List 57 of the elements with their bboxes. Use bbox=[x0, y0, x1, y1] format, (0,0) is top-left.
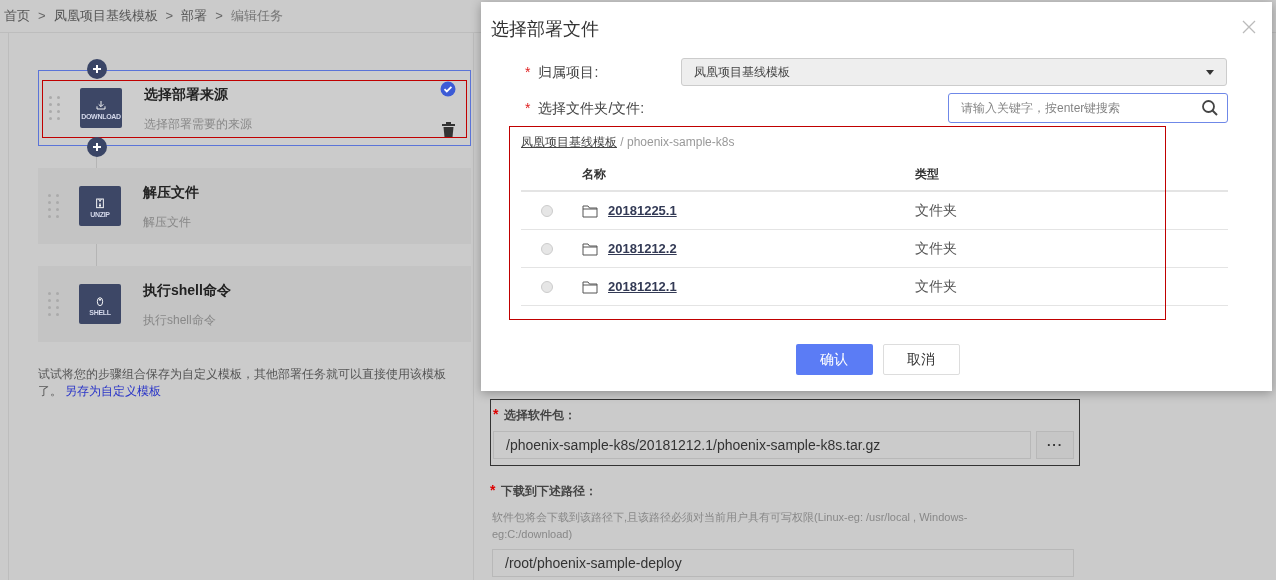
table-cell-text: 文件夹 bbox=[915, 239, 957, 258]
table-cell-text: 文件夹 bbox=[915, 277, 957, 296]
required-mark: * bbox=[525, 98, 531, 118]
field-label: 归属项目: bbox=[538, 62, 599, 82]
plus-icon bbox=[92, 64, 102, 74]
radio-button[interactable] bbox=[541, 280, 553, 293]
cancel-button[interactable]: 取消 bbox=[882, 344, 960, 375]
save-template-link[interactable]: 另存为自定义模板 bbox=[65, 384, 162, 398]
drag-handle-icon[interactable] bbox=[48, 194, 59, 218]
folder-icon bbox=[582, 279, 598, 294]
radio-button[interactable] bbox=[541, 242, 553, 255]
folder-link[interactable]: 20181225.1 bbox=[608, 200, 677, 221]
table-cell-text: 文件夹 bbox=[915, 201, 957, 220]
browse-button[interactable]: ··· bbox=[1036, 431, 1074, 459]
required-mark: * bbox=[525, 62, 531, 82]
breadcrumb-link[interactable]: 凤凰项目基线模板 bbox=[53, 6, 158, 26]
add-step-button[interactable] bbox=[87, 59, 107, 79]
breadcrumb-link[interactable]: 部署 bbox=[181, 6, 208, 26]
radio-button[interactable] bbox=[541, 204, 553, 217]
download-path-field[interactable]: /root/phoenix-sample-deploy bbox=[492, 549, 1074, 577]
folder-link[interactable]: 20181212.2 bbox=[608, 238, 677, 259]
field-label: 选择软件包： bbox=[504, 406, 577, 424]
path-text: / phoenix-sample-k8s bbox=[619, 134, 735, 151]
confirm-button[interactable]: 确认 bbox=[795, 344, 873, 375]
close-icon[interactable] bbox=[1242, 19, 1256, 34]
search-field[interactable]: 请输入关键字，按enter键搜索 bbox=[948, 93, 1228, 123]
column-header: 类型 bbox=[915, 166, 939, 183]
step-description: 执行shell命令 bbox=[143, 311, 217, 329]
check-icon bbox=[440, 81, 456, 97]
breadcrumb-separator: > bbox=[38, 7, 46, 26]
folder-icon bbox=[582, 241, 598, 256]
breadcrumb-link[interactable]: 首页 bbox=[4, 6, 30, 26]
breadcrumb-separator: > bbox=[215, 7, 223, 26]
required-mark: * bbox=[493, 405, 499, 424]
caret-icon bbox=[1206, 69, 1214, 75]
search-icon[interactable] bbox=[1202, 100, 1218, 116]
dialog-title: 选择部署文件 bbox=[491, 18, 599, 41]
field-label: 下载到下述路径： bbox=[501, 482, 598, 500]
folder-link[interactable]: 20181212.1 bbox=[608, 276, 677, 297]
step-title: 解压文件 bbox=[143, 182, 199, 202]
step-title: 执行shell命令 bbox=[143, 280, 231, 300]
trash-icon[interactable] bbox=[442, 122, 455, 137]
project-select[interactable]: 凤凰项目基线模板 bbox=[681, 58, 1227, 86]
tip-text: 试试将您的步骤组合保存为自定义模板，其他部署任务就可以直接使用该模板了。 另存为自定义模板 bbox=[38, 366, 447, 400]
path-link[interactable]: 凤凰项目基线模板 bbox=[521, 133, 617, 158]
field-label: 选择文件夹/文件: bbox=[538, 98, 645, 118]
folder-icon bbox=[582, 203, 598, 218]
breadcrumb-separator: > bbox=[165, 7, 174, 26]
step-description: 选择部署需要的来源 bbox=[144, 115, 252, 133]
required-mark: * bbox=[490, 481, 496, 500]
plus-icon bbox=[92, 142, 102, 152]
column-header: 名称 bbox=[582, 166, 607, 183]
add-step-button[interactable] bbox=[87, 137, 107, 157]
package-path-field[interactable]: /phoenix-sample-k8s/20181212.1/phoenix-sample-k8s.tar.gz bbox=[493, 431, 1031, 459]
step-title: 选择部署来源 bbox=[144, 84, 229, 104]
drag-handle-icon[interactable] bbox=[49, 96, 60, 120]
drag-handle-icon[interactable] bbox=[48, 292, 59, 316]
